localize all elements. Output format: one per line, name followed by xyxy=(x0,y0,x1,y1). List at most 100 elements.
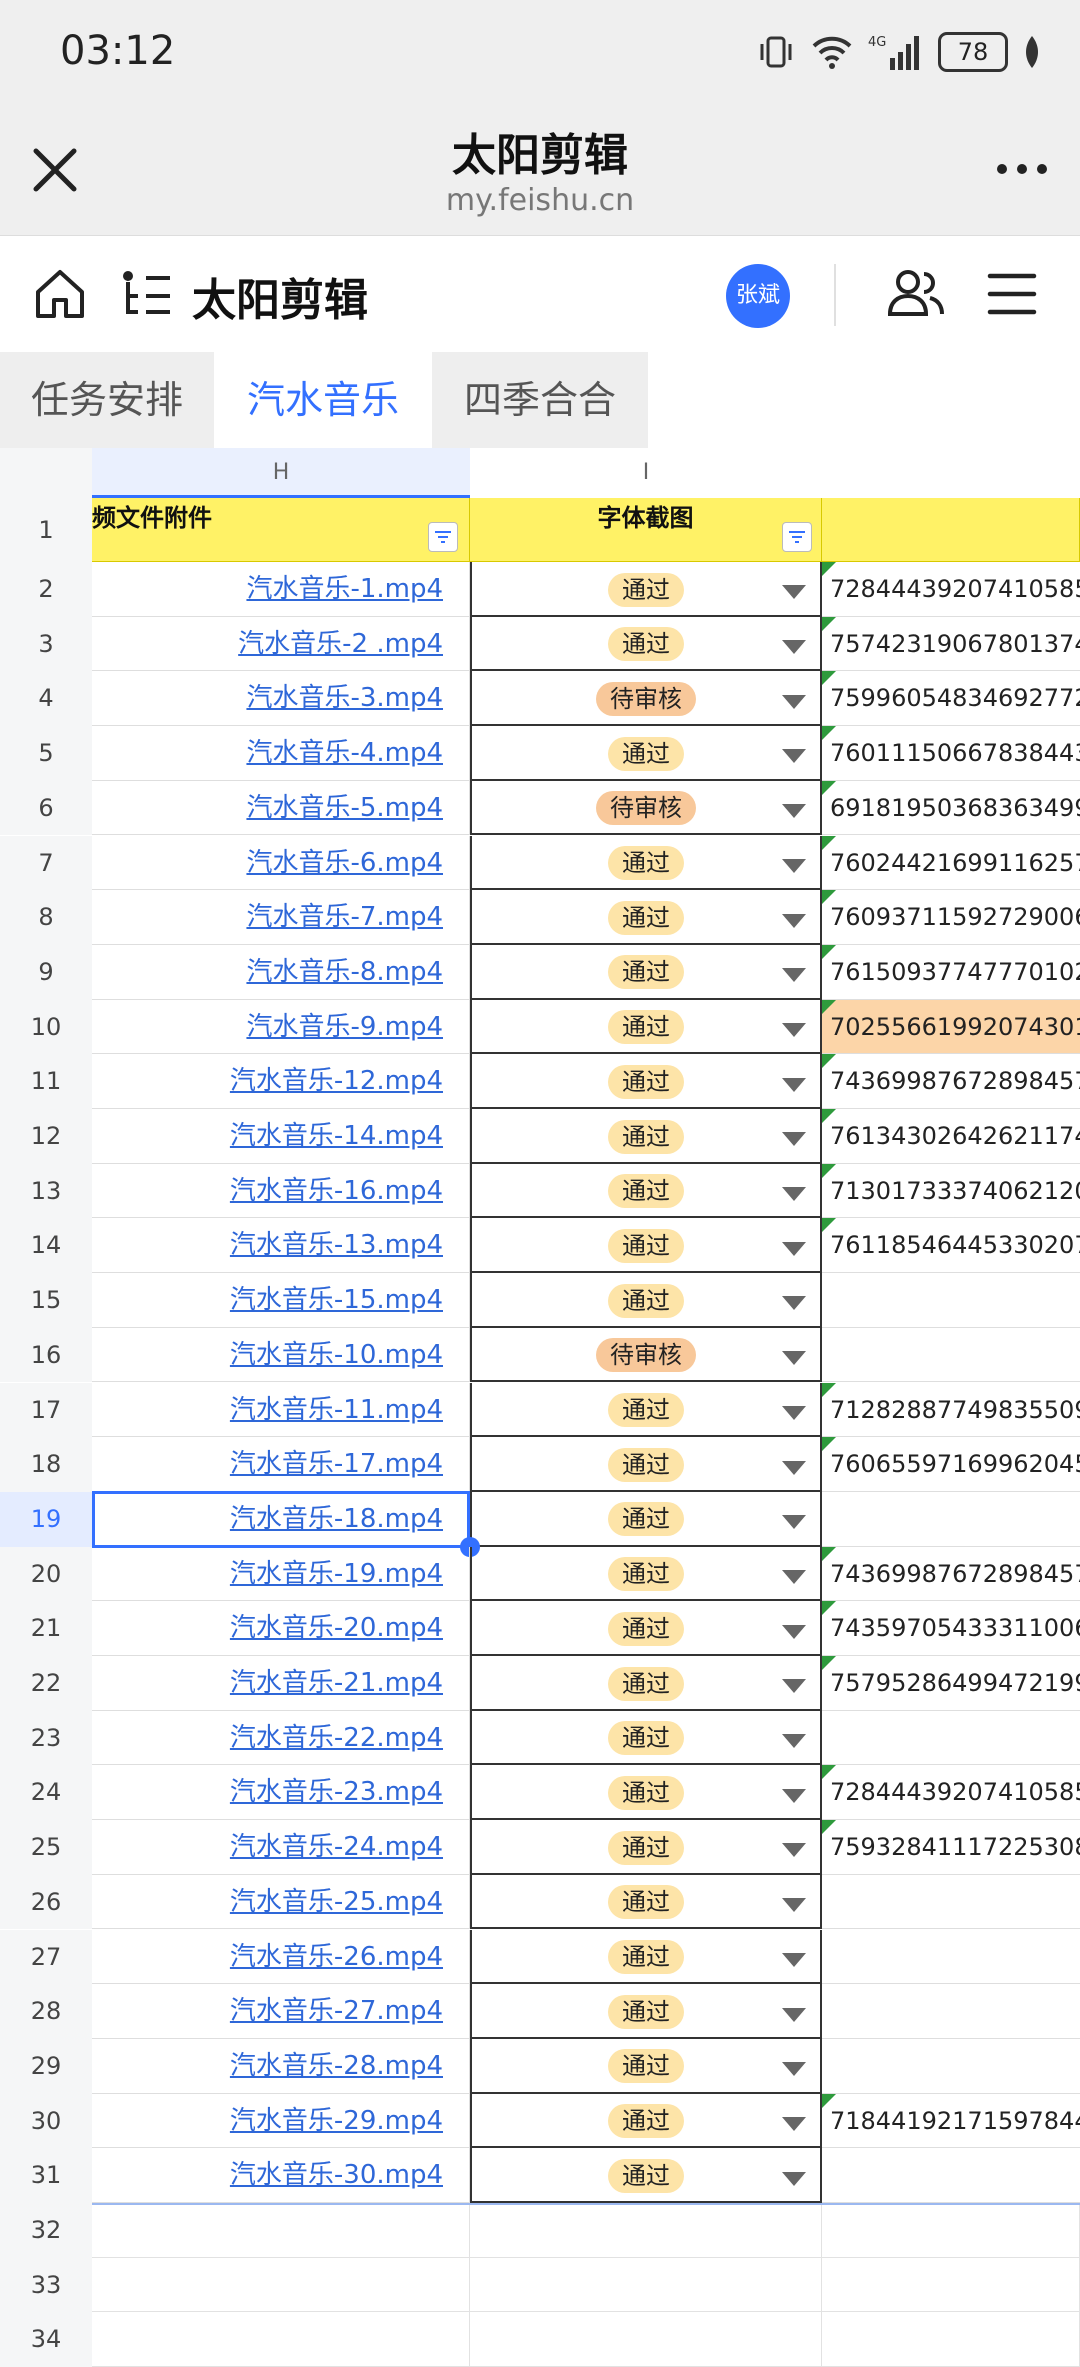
row-number[interactable]: 30 xyxy=(0,2093,92,2149)
attachment-link[interactable]: 汽水音乐-9.mp4 xyxy=(246,1012,443,1042)
row-number[interactable]: 29 xyxy=(0,2038,92,2094)
attachment-link[interactable]: 汽水音乐-25.mp4 xyxy=(230,1887,443,1917)
attachment-link[interactable]: 汽水音乐-30.mp4 xyxy=(230,2160,443,2190)
id-cell[interactable]: 757423190678013748 xyxy=(822,616,1080,672)
attachment-link[interactable]: 汽水音乐-26.mp4 xyxy=(230,1942,443,1972)
id-cell[interactable]: 759960548346927720 xyxy=(822,671,1080,727)
attachment-link[interactable]: 汽水音乐-4.mp4 xyxy=(246,738,443,768)
chevron-down-icon[interactable] xyxy=(782,1405,806,1420)
row-number[interactable]: 28 xyxy=(0,1984,92,2039)
id-cell[interactable]: 760937115927290065 xyxy=(822,890,1080,945)
chevron-down-icon[interactable] xyxy=(782,858,806,873)
id-cell[interactable]: 743699876728984577 xyxy=(822,1054,1080,1109)
file-cell[interactable]: 汽水音乐-2 .mp4 xyxy=(92,616,470,672)
chevron-down-icon[interactable] xyxy=(782,2116,806,2131)
status-cell[interactable]: 通过 xyxy=(470,1437,822,1492)
chevron-down-icon[interactable] xyxy=(782,1569,806,1584)
status-cell[interactable]: 待审核 xyxy=(470,780,822,836)
row-number[interactable]: 24 xyxy=(0,1765,92,1821)
empty-cell[interactable] xyxy=(92,2257,470,2313)
status-cell[interactable]: 通过 xyxy=(470,1601,822,1656)
file-cell[interactable]: 汽水音乐-21.mp4 xyxy=(92,1656,470,1711)
status-cell[interactable]: 通过 xyxy=(470,944,822,1000)
status-cell[interactable]: 通过 xyxy=(470,1546,822,1602)
row-number[interactable]: 23 xyxy=(0,1710,92,1766)
row-number[interactable]: 27 xyxy=(0,1929,92,1985)
id-cell[interactable]: 728444392074105856 xyxy=(822,562,1080,617)
file-cell[interactable]: 汽水音乐-20.mp4 xyxy=(92,1601,470,1656)
file-cell[interactable]: 汽水音乐-16.mp4 xyxy=(92,1163,470,1219)
chevron-down-icon[interactable] xyxy=(782,1132,806,1147)
row-number[interactable]: 4 xyxy=(0,671,92,727)
status-cell[interactable]: 通过 xyxy=(470,616,822,672)
chevron-down-icon[interactable] xyxy=(782,1296,806,1311)
id-cell[interactable]: 712828877498355097 xyxy=(822,1382,1080,1438)
attachment-link[interactable]: 汽水音乐-1.mp4 xyxy=(246,574,443,604)
attachment-link[interactable]: 汽水音乐-6.mp4 xyxy=(246,848,443,878)
status-cell[interactable]: 待审核 xyxy=(470,1327,822,1383)
collaborators-icon[interactable] xyxy=(886,264,946,324)
attachment-link[interactable]: 汽水音乐-22.mp4 xyxy=(230,1723,443,1753)
attachment-link[interactable]: 汽水音乐-5.mp4 xyxy=(246,793,443,823)
id-cell[interactable]: 718441921715978444 xyxy=(822,2093,1080,2149)
row-number[interactable]: 3 xyxy=(0,616,92,672)
file-cell[interactable]: 汽水音乐-6.mp4 xyxy=(92,835,470,891)
chevron-down-icon[interactable] xyxy=(782,1077,806,1092)
tab-sheet-1[interactable]: 任务安排 xyxy=(0,352,214,448)
id-cell[interactable]: 761509377477701021 xyxy=(822,944,1080,1000)
attachment-link[interactable]: 汽水音乐-27.mp4 xyxy=(230,1996,443,2026)
status-cell[interactable]: 通过 xyxy=(470,562,822,617)
chevron-down-icon[interactable] xyxy=(782,1187,806,1202)
row-number[interactable]: 21 xyxy=(0,1601,92,1656)
row-number[interactable]: 8 xyxy=(0,890,92,945)
id-cell[interactable]: 761185464453302071 xyxy=(822,1218,1080,1274)
row-number[interactable]: 26 xyxy=(0,1874,92,1930)
attachment-link[interactable]: 汽水音乐-10.mp4 xyxy=(230,1340,443,1370)
attachment-link[interactable]: 汽水音乐-20.mp4 xyxy=(230,1613,443,1643)
status-cell[interactable]: 通过 xyxy=(470,1874,822,1930)
attachment-link[interactable]: 汽水音乐-8.mp4 xyxy=(246,957,443,987)
status-cell[interactable]: 通过 xyxy=(470,1765,822,1821)
file-cell[interactable]: 汽水音乐-26.mp4 xyxy=(92,1929,470,1985)
status-cell[interactable]: 通过 xyxy=(470,1820,822,1875)
status-cell[interactable]: 通过 xyxy=(470,726,822,781)
chevron-down-icon[interactable] xyxy=(782,1624,806,1639)
attachment-link[interactable]: 汽水音乐-16.mp4 xyxy=(230,1176,443,1206)
row-number[interactable]: 33 xyxy=(0,2257,92,2313)
header-cell-i[interactable]: 字体截图 xyxy=(470,498,822,562)
id-cell[interactable] xyxy=(822,2039,1080,2094)
file-cell[interactable]: 汽水音乐-30.mp4 xyxy=(92,2148,470,2203)
avatar[interactable]: 张斌 xyxy=(726,264,790,328)
status-cell[interactable]: 通过 xyxy=(470,1710,822,1766)
attachment-link[interactable]: 汽水音乐-13.mp4 xyxy=(230,1230,443,1260)
row-number[interactable]: 13 xyxy=(0,1163,92,1219)
file-cell[interactable]: 汽水音乐-14.mp4 xyxy=(92,1109,470,1164)
column-header-i[interactable]: I xyxy=(470,448,822,498)
file-cell[interactable]: 汽水音乐-10.mp4 xyxy=(92,1327,470,1383)
row-number[interactable]: 20 xyxy=(0,1546,92,1602)
file-cell[interactable]: 汽水音乐-18.mp4 xyxy=(92,1491,470,1547)
status-cell[interactable]: 通过 xyxy=(470,1163,822,1219)
file-cell[interactable]: 汽水音乐-29.mp4 xyxy=(92,2093,470,2149)
status-cell[interactable]: 通过 xyxy=(470,1382,822,1438)
chevron-down-icon[interactable] xyxy=(782,1788,806,1803)
file-cell[interactable]: 汽水音乐-27.mp4 xyxy=(92,1984,470,2039)
column-header-h[interactable]: H xyxy=(92,448,470,498)
chevron-down-icon[interactable] xyxy=(782,1515,806,1530)
row-number[interactable]: 14 xyxy=(0,1218,92,1274)
file-cell[interactable]: 汽水音乐-23.mp4 xyxy=(92,1765,470,1821)
status-cell[interactable]: 通过 xyxy=(470,835,822,891)
tab-sheet-3[interactable]: 四季合合 xyxy=(432,352,648,448)
id-cell[interactable]: 743597054333110068 xyxy=(822,1601,1080,1656)
corner-cell[interactable] xyxy=(0,448,92,498)
row-number[interactable]: 25 xyxy=(0,1820,92,1875)
empty-cell[interactable] xyxy=(470,2203,822,2258)
attachment-link[interactable]: 汽水音乐-15.mp4 xyxy=(230,1285,443,1315)
id-cell[interactable]: 728444392074105856 xyxy=(822,1765,1080,1821)
id-cell[interactable] xyxy=(822,1273,1080,1328)
id-cell[interactable] xyxy=(822,1492,1080,1547)
tab-sheet-2[interactable]: 汽水音乐 xyxy=(216,352,430,448)
row-number[interactable]: 22 xyxy=(0,1656,92,1711)
file-cell[interactable]: 汽水音乐-11.mp4 xyxy=(92,1382,470,1438)
id-cell[interactable]: 713017333740621209 xyxy=(822,1163,1080,1219)
